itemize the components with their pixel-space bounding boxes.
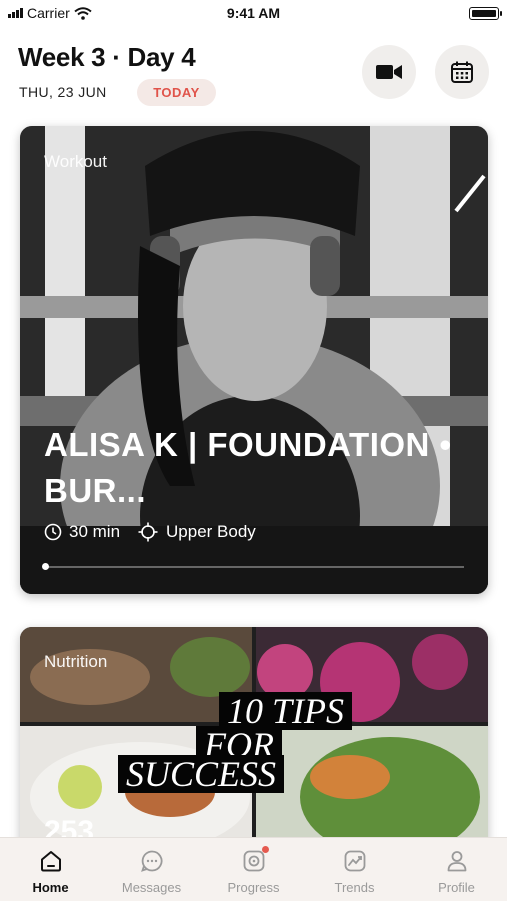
tab-progress-label: Progress — [227, 880, 280, 895]
profile-icon — [444, 848, 470, 874]
today-badge[interactable]: TODAY — [137, 79, 216, 106]
workout-label: Workout — [44, 152, 107, 171]
status-bar: Carrier 9:41 AM — [0, 0, 507, 28]
notification-dot — [261, 846, 269, 853]
tab-messages[interactable]: Messages — [101, 838, 202, 901]
nutrition-label: Nutrition — [44, 652, 108, 671]
workout-progress-indicator — [42, 563, 49, 570]
home-icon — [38, 848, 64, 874]
calendar-button[interactable] — [435, 45, 489, 99]
tips-line-3: SUCCESS — [118, 755, 285, 793]
clock-icon — [44, 523, 62, 541]
workout-focus: Upper Body — [166, 522, 256, 541]
tab-home-label: Home — [32, 880, 69, 895]
workout-meta: 30 min Upper Body — [44, 522, 274, 542]
trends-icon — [342, 848, 368, 874]
expand-arrow-icon[interactable] — [448, 166, 488, 216]
tab-trends[interactable]: Trends — [304, 838, 405, 901]
battery-icon — [469, 7, 502, 20]
current-date: THU, 23 JUN — [19, 84, 107, 100]
workout-duration: 30 min — [69, 522, 121, 541]
progress-icon — [241, 846, 269, 874]
tab-trends-label: Trends — [334, 880, 375, 895]
messages-icon — [139, 848, 165, 874]
tab-home[interactable]: Home — [0, 838, 101, 901]
workout-title: ALISA K | FOUNDATION • BUR... — [44, 426, 452, 509]
target-icon — [138, 522, 158, 542]
video-button[interactable] — [362, 45, 416, 99]
tab-progress[interactable]: Progress — [203, 838, 304, 901]
page-title: Week 3 · Day 4 — [18, 42, 196, 72]
calendar-icon — [451, 61, 473, 83]
workout-progress-bar — [44, 566, 464, 568]
video-camera-icon — [376, 65, 402, 79]
status-time: 9:41 AM — [226, 5, 281, 21]
tab-bar: Home Messages Progress Trends Profile — [0, 837, 507, 901]
tab-messages-label: Messages — [121, 880, 182, 895]
tab-profile-label: Profile — [438, 880, 475, 895]
tab-profile[interactable]: Profile — [406, 838, 507, 901]
nutrition-card[interactable]: Nutrition 10 TIPS FOR SUCCESS 253 — [20, 627, 488, 857]
workout-card[interactable]: Workout ALISA K | FOUNDATION • BUR... 30… — [20, 126, 488, 594]
